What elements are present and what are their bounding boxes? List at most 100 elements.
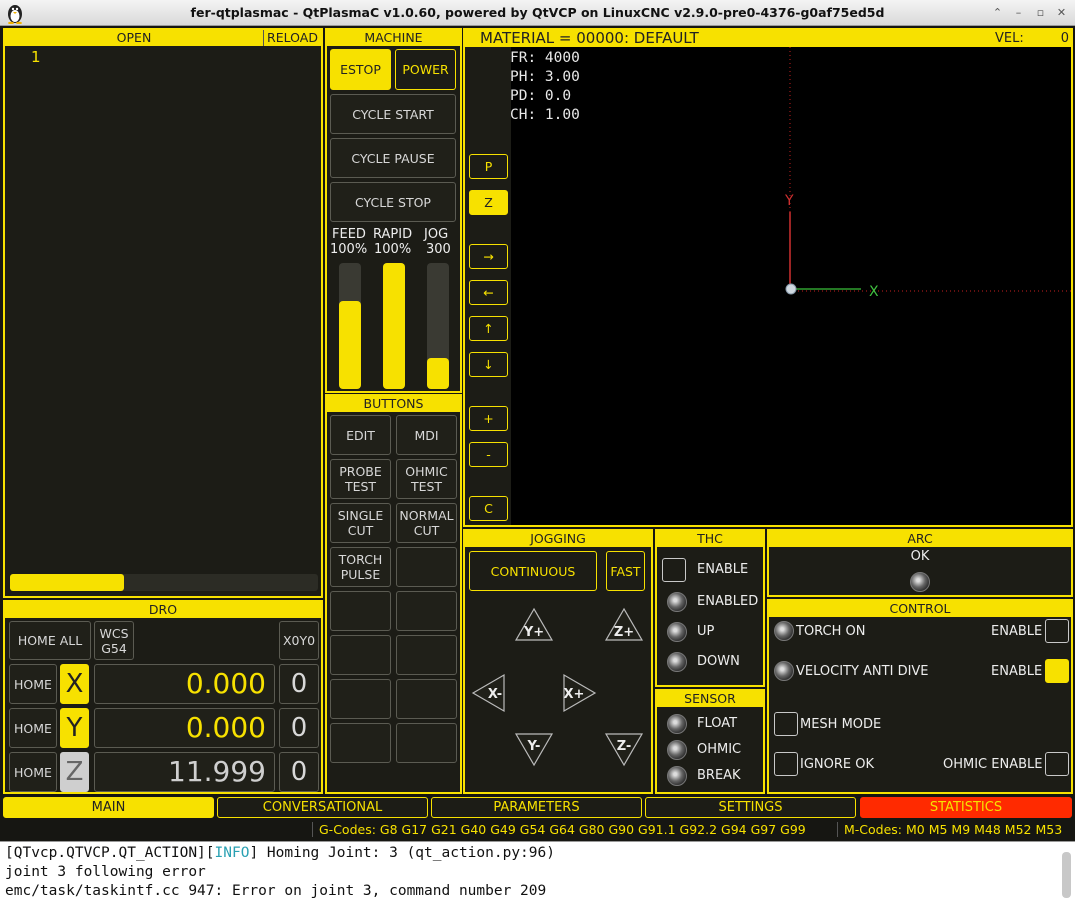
user-button-empty[interactable] <box>330 635 391 675</box>
console-scrollbar[interactable] <box>1062 852 1071 898</box>
y-axis-button[interactable]: Y <box>60 708 89 748</box>
user-button-empty[interactable] <box>330 679 391 719</box>
window-up-icon[interactable]: ⌃ <box>990 5 1005 20</box>
mdi-button[interactable]: MDI <box>396 415 457 455</box>
x-axis-button[interactable]: X <box>60 664 89 704</box>
jog-label: JOG <box>424 227 449 242</box>
ignore-ok-checkbox[interactable] <box>774 752 798 776</box>
normal-cut-label-1: NORMAL <box>399 508 454 523</box>
z-axis-button[interactable]: Z <box>60 752 89 792</box>
buttons-panel: BUTTONS EDIT MDI PROBE TEST OHMIC TEST SIN… <box>325 394 462 794</box>
user-button-empty[interactable] <box>396 679 457 719</box>
open-button[interactable]: OPEN <box>5 30 263 46</box>
feed-override-slider[interactable] <box>339 263 361 389</box>
user-button-empty[interactable] <box>396 547 457 587</box>
continuous-jog-button[interactable]: CONTINUOUS <box>469 551 597 591</box>
mesh-mode-checkbox[interactable] <box>774 712 798 736</box>
float-sensor-led <box>667 714 687 734</box>
gcode-progress-bar <box>10 574 318 591</box>
reload-button[interactable]: RELOAD <box>263 30 321 46</box>
estop-button[interactable]: ESTOP <box>330 49 391 90</box>
fast-jog-button[interactable]: FAST <box>606 551 645 591</box>
pan-left-button[interactable]: ← <box>469 280 508 305</box>
torch-on-label: TORCH ON <box>796 624 866 639</box>
arc-panel: ARC OK <box>767 529 1073 597</box>
thc-header: THC <box>657 531 763 547</box>
zoom-in-button[interactable]: + <box>469 406 508 431</box>
thc-up-label: UP <box>697 624 715 639</box>
zero-z-button[interactable]: 0 <box>279 752 319 792</box>
minimize-icon[interactable]: – <box>1011 5 1026 20</box>
tab-main[interactable]: MAIN <box>3 797 214 818</box>
thc-enabled-label: ENABLED <box>697 594 759 609</box>
view-z-button[interactable]: Z <box>469 190 508 215</box>
jog-value: 300 <box>426 242 451 257</box>
edit-button[interactable]: EDIT <box>330 415 391 455</box>
close-icon[interactable]: ✕ <box>1054 5 1069 20</box>
material-label: MATERIAL = 00000: DEFAULT <box>480 29 699 47</box>
feed-value: 100% <box>330 242 368 257</box>
rapid-override-slider[interactable] <box>383 263 405 389</box>
maximize-icon[interactable]: ▫ <box>1033 5 1048 20</box>
jog-pad: Y+ Z+ X- X+ Y- Z- <box>471 607 644 767</box>
user-button-empty[interactable] <box>330 723 391 763</box>
jog-speed-slider[interactable] <box>427 263 449 389</box>
user-button-empty[interactable] <box>396 635 457 675</box>
ohmic-test-label-1: OHMIC <box>405 464 448 479</box>
tab-conversational[interactable]: CONVERSATIONAL <box>217 797 428 818</box>
home-all-button[interactable]: HOME ALL <box>9 621 91 660</box>
tab-parameters[interactable]: PARAMETERS <box>431 797 642 818</box>
title-bar: fer-qtplasmac - QtPlasmaC v1.0.60, power… <box>0 0 1075 26</box>
home-z-button[interactable]: HOME <box>9 752 57 792</box>
vad-enable-checkbox[interactable] <box>1045 659 1069 683</box>
view-p-button[interactable]: P <box>469 154 508 179</box>
cycle-pause-button[interactable]: CYCLE PAUSE <box>330 138 456 178</box>
cycle-stop-button[interactable]: CYCLE STOP <box>330 182 456 222</box>
toolpath-canvas[interactable]: Y X <box>511 47 1071 525</box>
jog-y-minus-label: Y- <box>527 739 541 754</box>
probe-test-button[interactable]: PROBE TEST <box>330 459 391 499</box>
tab-settings[interactable]: SETTINGS <box>645 797 856 818</box>
ohmic-test-button[interactable]: OHMIC TEST <box>396 459 457 499</box>
home-x-button[interactable]: HOME <box>9 664 57 704</box>
velocity-anti-dive-led <box>774 661 794 681</box>
pan-up-button[interactable]: ↑ <box>469 316 508 341</box>
control-header: CONTROL <box>769 601 1071 617</box>
home-y-button[interactable]: HOME <box>9 708 57 748</box>
pan-right-button[interactable]: → <box>469 244 508 269</box>
rapid-label: RAPID <box>373 227 413 242</box>
jogging-panel: JOGGING CONTINUOUS FAST Y+ Z+ X- X+ Y- Z… <box>463 529 653 794</box>
tab-statistics[interactable]: STATISTICS <box>860 797 1072 818</box>
zoom-out-button[interactable]: - <box>469 442 508 467</box>
zero-x-button[interactable]: 0 <box>279 664 319 704</box>
error-console[interactable]: [QTvcp.QTVCP.QT_ACTION][INFO] Homing Joi… <box>0 841 1075 905</box>
normal-cut-button[interactable]: NORMAL CUT <box>396 503 457 543</box>
zero-y-button[interactable]: 0 <box>279 708 319 748</box>
x0y0-button[interactable]: X0Y0 <box>279 621 319 660</box>
wcs-button[interactable]: WCS G54 <box>94 621 134 660</box>
power-button[interactable]: POWER <box>395 49 456 90</box>
velocity-label: VEL: <box>995 31 1024 46</box>
pan-down-button[interactable]: ↓ <box>469 352 508 377</box>
torch-pulse-button[interactable]: TORCH PULSE <box>330 547 391 587</box>
thc-enable-checkbox[interactable] <box>662 558 686 582</box>
clear-preview-button[interactable]: C <box>469 496 508 521</box>
torch-pulse-label-2: PULSE <box>340 567 381 582</box>
ohmic-sensor-label: OHMIC <box>697 742 742 757</box>
wcs-label: WCS <box>99 625 129 641</box>
single-cut-button[interactable]: SINGLE CUT <box>330 503 391 543</box>
control-panel: CONTROL TORCH ON ENABLE VELOCITY ANTI DI… <box>767 599 1073 794</box>
cycle-start-button[interactable]: CYCLE START <box>330 94 456 134</box>
user-button-empty[interactable] <box>396 591 457 631</box>
user-button-empty[interactable] <box>396 723 457 763</box>
jogging-header: JOGGING <box>465 531 651 547</box>
gcode-line-number: 1 <box>31 48 41 66</box>
ohmic-enable-checkbox[interactable] <box>1045 752 1069 776</box>
torch-enable-checkbox[interactable] <box>1045 619 1069 643</box>
normal-cut-label-2: CUT <box>413 523 440 538</box>
machine-panel: MACHINE ESTOP POWER CYCLE START CYCLE PA… <box>325 28 462 393</box>
user-button-empty[interactable] <box>330 591 391 631</box>
velocity-anti-dive-label: VELOCITY ANTI DIVE <box>796 664 929 679</box>
x-position-value: 0.000 <box>94 664 275 704</box>
arc-ok-led <box>910 572 930 592</box>
